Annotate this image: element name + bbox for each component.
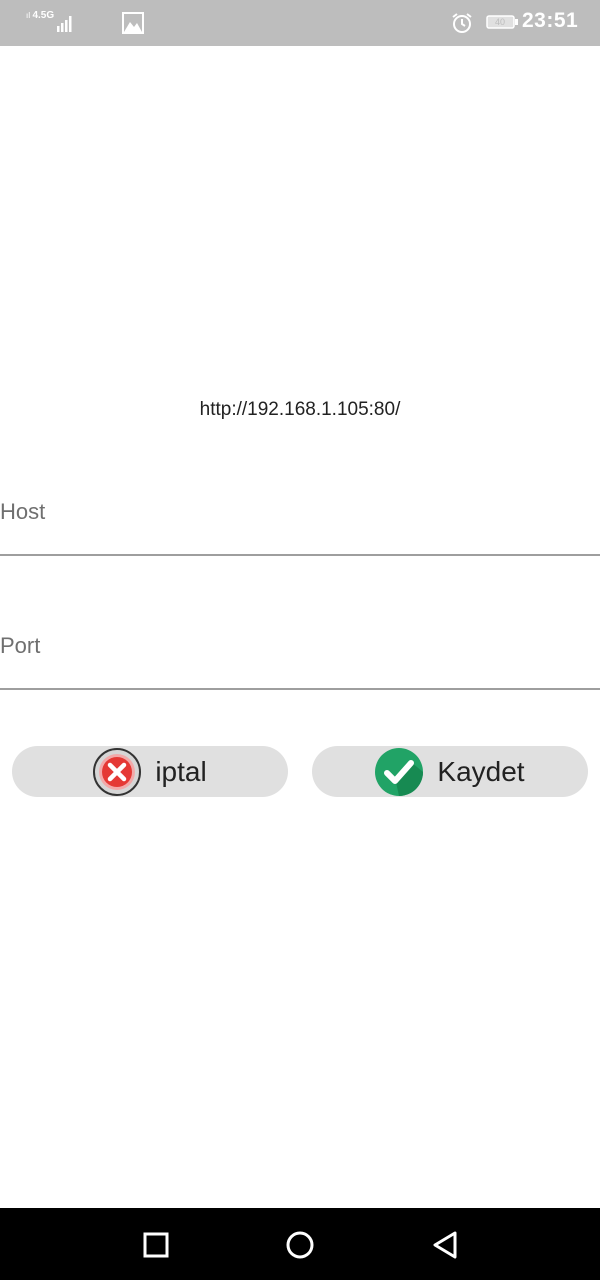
navigation-bar	[0, 1208, 600, 1280]
alarm-icon	[452, 13, 472, 33]
clock: 23:51	[522, 9, 579, 32]
port-field[interactable]	[0, 628, 600, 690]
host-input[interactable]	[0, 494, 600, 528]
back-icon[interactable]	[428, 1228, 462, 1262]
gallery-icon	[122, 12, 144, 34]
server-url: http://192.168.1.105:80/	[199, 399, 401, 420]
home-icon[interactable]	[283, 1228, 317, 1262]
port-input[interactable]	[0, 628, 600, 662]
network-type-label: 4.5G	[32, 10, 55, 21]
battery-level: 40	[494, 17, 505, 27]
host-field[interactable]	[0, 494, 600, 556]
cancel-label: iptal	[155, 755, 207, 787]
cancel-x-icon	[93, 747, 142, 796]
check-icon	[375, 747, 424, 796]
network-type: ıl 4.5G	[26, 10, 55, 21]
cancel-button[interactable]: iptal	[12, 746, 288, 797]
save-label: Kaydet	[437, 755, 525, 787]
recents-icon[interactable]	[139, 1228, 173, 1262]
status-bar: ıl 4.5G 40 23:51	[0, 0, 600, 46]
signal-icon	[57, 16, 72, 32]
save-button[interactable]: Kaydet	[312, 746, 588, 797]
